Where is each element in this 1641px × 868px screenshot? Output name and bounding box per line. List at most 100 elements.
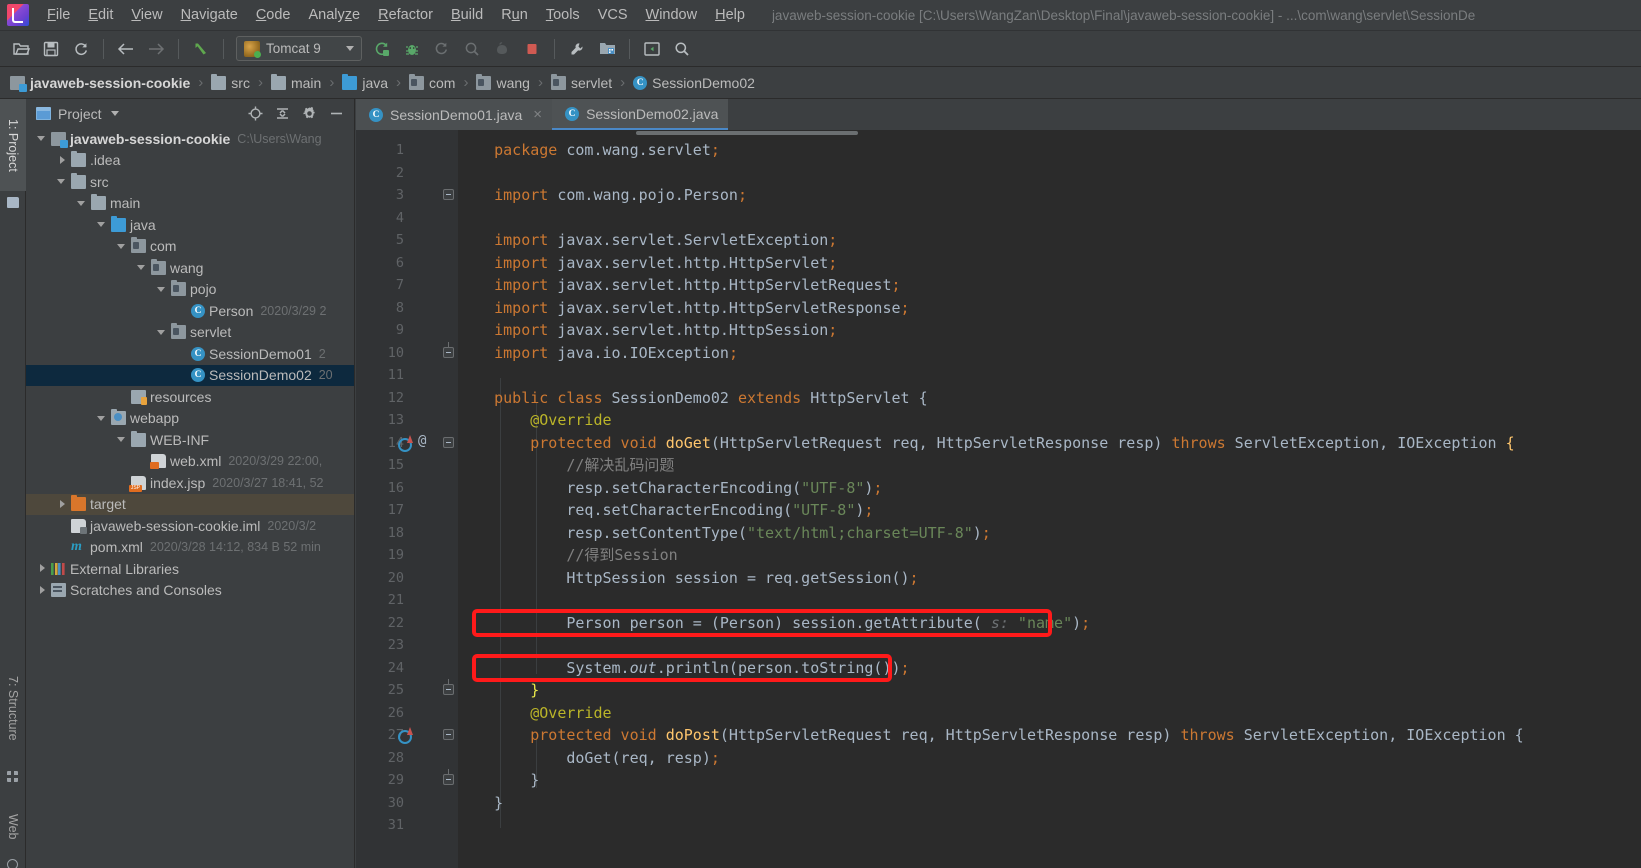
code-line-12[interactable]: public class SessionDemo02 extends HttpS… [458, 387, 928, 410]
tree-item-com[interactable]: com [26, 236, 354, 258]
tree-item-main[interactable]: main [26, 193, 354, 215]
menu-item-navigate[interactable]: Navigate [172, 3, 247, 27]
breadcrumb-item-wang[interactable]: wang [474, 73, 531, 91]
code-editor[interactable]: 1 2 3 4 5 6 7 8 9 10 11 12 13 14 15 16 17 18 19 20 21 22 23 24 2… [356, 130, 1641, 868]
editor-tab-sessiondemo02-java[interactable]: C SessionDemo02.java [552, 99, 729, 130]
code-line-17[interactable]: req.setCharacterEncoding("UTF-8"); [458, 499, 873, 522]
code-fold-toggle-icon[interactable] [443, 729, 454, 740]
hide-panel-icon[interactable] [328, 106, 344, 122]
stripe-button-structure[interactable]: 7: Structure [0, 649, 26, 767]
tree-item-external-libraries[interactable]: External Libraries [26, 558, 354, 580]
sync-refresh-icon[interactable] [67, 36, 95, 62]
line-number-gutter[interactable]: 1 2 3 4 5 6 7 8 9 10 11 12 13 14 15 16 17 18 19 20 21 22 23 24 2… [356, 130, 440, 868]
tree-item-servlet[interactable]: servlet [26, 322, 354, 344]
tree-item-webapp[interactable]: webapp [26, 408, 354, 430]
menu-item-file[interactable]: File [38, 3, 79, 27]
chevron-down-icon[interactable] [110, 111, 119, 116]
tree-twisty-open-icon[interactable] [156, 326, 169, 339]
tree-item-target[interactable]: target [26, 493, 354, 515]
run-configuration-selector[interactable]: Tomcat 9 [236, 36, 362, 61]
tree-item-index-jsp[interactable]: index.jsp 2020/3/27 18:41, 52 [26, 472, 354, 494]
tree-twisty-closed-icon[interactable] [56, 498, 69, 511]
code-line-9[interactable]: import javax.servlet.http.HttpSession; [458, 319, 837, 342]
code-text-pane[interactable]: package com.wang.servlet; import com.wan… [458, 130, 1641, 868]
menu-item-edit[interactable]: Edit [79, 3, 122, 27]
menu-item-build[interactable]: Build [442, 3, 492, 27]
code-line-6[interactable]: import javax.servlet.http.HttpServlet; [458, 252, 837, 275]
tree-twisty-open-icon[interactable] [116, 433, 129, 446]
code-line-10[interactable]: import java.io.IOException; [458, 342, 738, 365]
tree-item--idea[interactable]: .idea [26, 150, 354, 172]
code-line-28[interactable]: doGet(req, resp); [458, 747, 720, 770]
tree-item-pojo[interactable]: pojo [26, 279, 354, 301]
locate-target-icon[interactable] [247, 106, 263, 122]
editor-tab-sessiondemo01-java[interactable]: C SessionDemo01.java × [356, 99, 553, 130]
tree-item-web-inf[interactable]: WEB-INF [26, 429, 354, 451]
code-line-19[interactable]: //得到Session [458, 544, 677, 567]
tree-item-sessiondemo01[interactable]: C SessionDemo01 2 [26, 343, 354, 365]
collapse-all-icon[interactable] [274, 106, 290, 122]
attach-debugger-icon[interactable] [488, 36, 516, 62]
forward-arrow-icon[interactable] [142, 36, 170, 62]
menu-item-refactor[interactable]: Refactor [369, 3, 442, 27]
code-line-27[interactable]: protected void doPost(HttpServletRequest… [458, 724, 1523, 747]
menu-item-vcs[interactable]: VCS [589, 3, 637, 27]
tree-twisty-open-icon[interactable] [76, 197, 89, 210]
code-line-8[interactable]: import javax.servlet.http.HttpServletRes… [458, 297, 909, 320]
project-structure-icon[interactable] [593, 36, 621, 62]
code-fold-toggle-icon[interactable] [443, 189, 454, 200]
debug-icon[interactable] [398, 36, 426, 62]
code-line-24[interactable]: System.out.println(person.toString()); [458, 657, 909, 680]
terminal-icon[interactable] [638, 36, 666, 62]
tree-item-javaweb-session-cookie[interactable]: javaweb-session-cookie C:\Users\Wang [26, 128, 354, 150]
breadcrumb[interactable]: javaweb-session-cookie › src › main › java › com… [0, 67, 1641, 99]
code-line-3[interactable]: import com.wang.pojo.Person; [458, 184, 747, 207]
menu-item-help[interactable]: Help [706, 3, 754, 27]
tree-twisty-open-icon[interactable] [156, 283, 169, 296]
stripe-button-web[interactable]: Web [0, 799, 26, 854]
search-everywhere-icon[interactable] [668, 36, 696, 62]
chevron-down-icon[interactable] [346, 46, 354, 51]
breadcrumb-item-src[interactable]: src [209, 73, 252, 91]
menu-item-run[interactable]: Run [492, 3, 537, 27]
tree-item-wang[interactable]: wang [26, 257, 354, 279]
code-line-7[interactable]: import javax.servlet.http.HttpServletReq… [458, 274, 900, 297]
tree-twisty-closed-icon[interactable] [36, 562, 49, 575]
code-line-5[interactable]: import javax.servlet.ServletException; [458, 229, 837, 252]
menu-item-analyze[interactable]: Analyze [300, 3, 370, 27]
code-line-15[interactable]: //解决乱码问题 [458, 454, 674, 477]
code-line-20[interactable]: HttpSession session = req.getSession(); [458, 567, 918, 590]
tree-item-scratches-and-consoles[interactable]: Scratches and Consoles [26, 580, 354, 602]
menu-item-tools[interactable]: Tools [537, 3, 589, 27]
menu-item-view[interactable]: View [122, 3, 171, 27]
tree-twisty-open-icon[interactable] [56, 175, 69, 188]
tree-item-java[interactable]: java [26, 214, 354, 236]
tree-twisty-open-icon[interactable] [136, 261, 149, 274]
code-fold-toggle-icon[interactable] [443, 341, 454, 358]
menu-item-window[interactable]: Window [637, 3, 707, 27]
code-line-18[interactable]: resp.setContentType("text/html;charset=U… [458, 522, 990, 545]
breadcrumb-item-java[interactable]: java [340, 73, 390, 91]
breadcrumb-item-servlet[interactable]: servlet [549, 73, 614, 91]
tree-item-sessiondemo02[interactable]: C SessionDemo02 20 [26, 364, 354, 386]
project-tree[interactable]: javaweb-session-cookie C:\Users\Wang .idea… [26, 128, 354, 868]
code-line-14[interactable]: protected void doGet(HttpServletRequest … [458, 432, 1514, 455]
editor-tab-bar[interactable]: C SessionDemo01.java × C SessionDemo02.java [356, 99, 1641, 130]
override-method-marker[interactable] [398, 727, 413, 744]
tree-item-javaweb-session-cookie-iml[interactable]: javaweb-session-cookie.iml 2020/3/2 [26, 515, 354, 537]
run-with-coverage-icon[interactable] [428, 36, 456, 62]
breadcrumb-item-com[interactable]: com [407, 73, 457, 91]
code-line-30[interactable]: } [458, 792, 503, 815]
code-line-16[interactable]: resp.setCharacterEncoding("UTF-8"); [458, 477, 882, 500]
code-fold-toggle-icon[interactable] [443, 769, 454, 785]
undo-icon[interactable] [187, 36, 215, 62]
code-line-1[interactable]: package com.wang.servlet; [458, 139, 720, 162]
code-line-25[interactable]: } [458, 679, 539, 702]
stop-icon[interactable] [518, 36, 546, 62]
tree-twisty-closed-icon[interactable] [56, 154, 69, 167]
code-fold-toggle-icon[interactable] [443, 436, 454, 448]
tree-item-resources[interactable]: resources [26, 386, 354, 408]
run-icon[interactable] [368, 36, 396, 62]
tree-item-person[interactable]: C Person 2020/3/29 2 [26, 300, 354, 322]
horizontal-scroll-indicator[interactable] [636, 131, 858, 135]
